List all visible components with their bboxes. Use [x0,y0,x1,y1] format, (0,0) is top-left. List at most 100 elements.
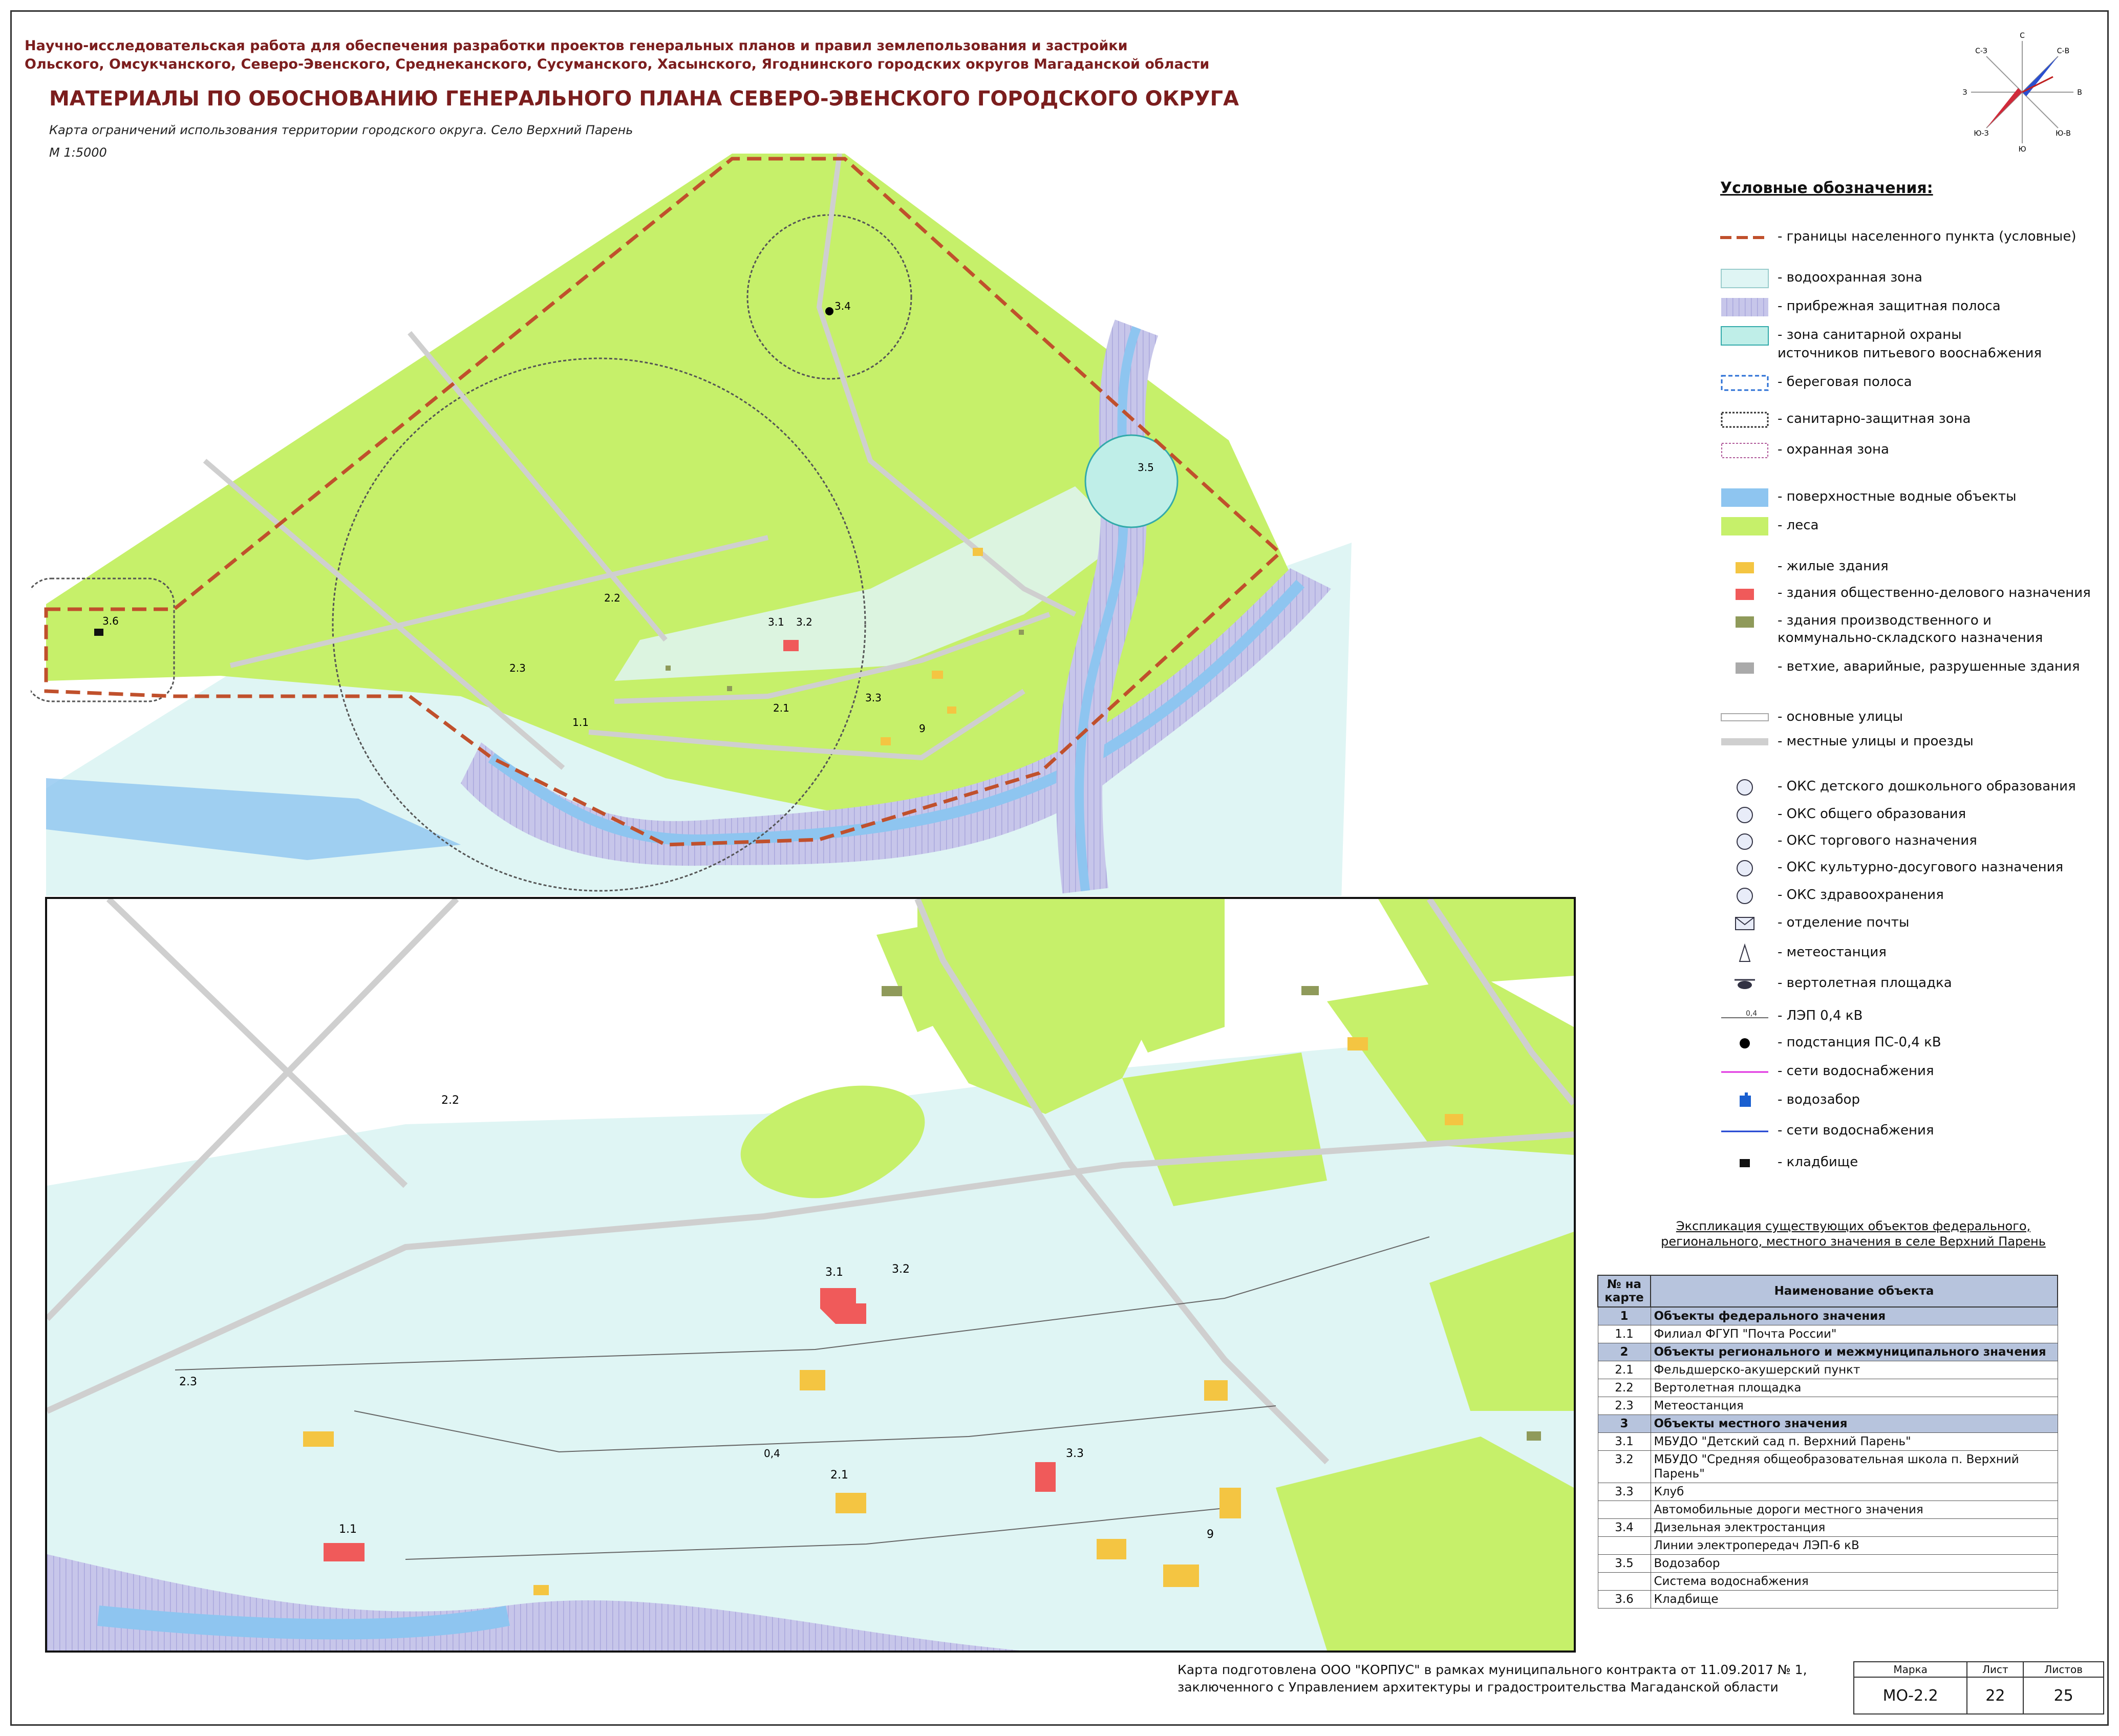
legend-water-intake: - водозабор [1778,1092,1860,1107]
legend-power-line: - ЛЭП 0,4 кВ [1778,1008,1863,1023]
explication-row: 3.4 Дизельная электростанция [1597,1518,2058,1537]
stamp-header-sheet: Лист [1966,1661,2024,1678]
explication-number: 3.1 [1597,1432,1651,1451]
label-2-3: 2.3 [509,662,526,674]
explication-name: Объекты федерального значения [1650,1306,2058,1325]
legend-industrial: - здания производственного и [1778,613,1992,628]
explication-name: Автомобильные дороги местного значения [1650,1501,2058,1519]
explication-row: 2.2 Вертолетная площадка [1597,1379,2058,1397]
legend-title: Условные обозначения: [1720,179,1933,197]
explication-row: Система водоснабжения [1597,1572,2058,1591]
legend-culture: - ОКС культурно-досугового назначения [1778,860,2064,875]
explication-number: 3 [1597,1414,1651,1433]
explication-number: 1.1 [1597,1325,1651,1343]
legend-industrial-2: коммунально-складского назначения [1778,630,2043,646]
explication-row: 2.3 Метеостанция [1597,1397,2058,1415]
explication-col-no: № на карте [1597,1275,1651,1308]
explication-row: 1.1 Филиал ФГУП "Почта России" [1597,1325,2058,1343]
legend-shore-strip: - береговая полоса [1778,374,1912,390]
explication-name: Метеостанция [1650,1397,2058,1415]
stamp-sheets: 25 [2023,1677,2104,1714]
legend-protected-zone: - охранная зона [1778,442,1889,457]
label-3-1: 3.1 [768,616,784,628]
explication-number: 3.3 [1597,1483,1651,1501]
label-2-2: 2.2 [604,592,620,604]
explication-name: Объекты регионального и межмуниципальног… [1650,1343,2058,1361]
explication-name: Филиал ФГУП "Почта России" [1650,1325,2058,1343]
explication-row: 3.2 МБУДО "Средняя общеобразовательная шк… [1597,1450,2058,1483]
label-3-4: 3.4 [834,300,851,312]
explication-row: 3.6 Кладбище [1597,1590,2058,1609]
legend-sanitary-source-2: источников питьевого воосна6жения [1778,346,2042,361]
explication-number: 3.5 [1597,1554,1651,1573]
explication-number: 3.4 [1597,1518,1651,1537]
explication-number [1597,1536,1651,1555]
explication-row: 1 Объекты федерального значения [1597,1306,2058,1325]
footer-note: Карта подготовлена ООО "КОРПУС" в рамках… [1178,1662,1807,1695]
mail-icon [1735,917,1754,930]
explication-name: Вертолетная площадка [1650,1379,2058,1397]
label-3-2: 3.2 [796,616,812,628]
explication-caption-2: регионального, местного значения в селе … [1661,1234,2046,1249]
explication-number: 3.6 [1597,1590,1651,1609]
explication-name: МБУДО "Средняя общеобразовательная школа… [1650,1450,2058,1483]
explication-name: Водозабор [1650,1554,2058,1573]
helipad-icon [1735,979,1755,989]
explication-row: 2.1 Фельдшерско-акушерский пункт [1597,1361,2058,1379]
legend-coastal-strip: - прибрежная защитная полоса [1778,298,2001,314]
legend-residential: - жилые здания [1778,559,1889,574]
legend-substation: - подстанция ПС-0,4 кВ [1778,1035,1941,1050]
label-3-3: 3.3 [865,692,882,704]
legend-main-streets: - основные улицы [1778,709,1903,724]
explication-number: 2.3 [1597,1397,1651,1415]
legend-derelict: - ветхие, аварийные, разрушенные здания [1778,659,2080,674]
explication-name: МБУДО "Детский сад п. Верхний Парень" [1650,1432,2058,1451]
legend-post: - отделение почты [1778,915,1910,930]
explication-number: 2.2 [1597,1379,1651,1397]
legend-sanitary-source: - зона санитарной охраны [1778,327,1962,342]
legend-lep-label: 0,4 [1746,1010,1757,1018]
cemetery-icon[interactable] [94,629,103,636]
explication-col-name: Наименование объекта [1650,1275,2058,1308]
legend-helipad: - вертолетная площадка [1778,975,1952,991]
explication-row: 3 Объекты местного значения [1597,1414,2058,1433]
explication-name: Фельдшерско-акушерский пункт [1650,1361,2058,1379]
stamp-sheet: 22 [1966,1677,2024,1714]
weather-station-icon [1739,943,1751,962]
explication-number [1597,1501,1651,1519]
label-3-6: 3.6 [102,615,119,627]
explication-caption: Экспликация существующих объектов федера… [1649,1218,2058,1249]
explication-row: 2 Объекты регионального и межмуниципально… [1597,1343,2058,1361]
explication-row: Линии электропередач ЛЭП-6 кВ [1597,1536,2058,1555]
explication-caption-1: Экспликация существующих объектов федера… [1676,1219,2031,1233]
explication-row: 3.3 Клуб [1597,1483,2058,1501]
explication-name: Объекты местного значения [1650,1414,2058,1433]
stamp-header-sheets: Листов [2023,1661,2104,1678]
legend-forests: - леса [1778,518,1819,533]
legend-water-supply-2: - сети водоснабжения [1778,1123,1934,1138]
explication-number: 2 [1597,1343,1651,1361]
explication-name: Клуб [1650,1483,2058,1501]
legend-water-bodies: - поверхностные водные объекты [1778,489,2017,504]
label-1-1: 1.1 [572,716,589,728]
legend-public: - здания общественно-делового назначения [1778,585,2091,601]
explication-name: Линии электропередач ЛЭП-6 кВ [1650,1536,2058,1555]
explication-number: 3.2 [1597,1450,1651,1483]
label-9: 9 [919,722,926,735]
explication-row: 3.1 МБУДО "Детский сад п. Верхний Парень" [1597,1432,2058,1451]
legend-health: - ОКС здравоохранения [1778,887,1944,903]
legend-school: - ОКС общего образования [1778,806,1966,822]
explication-number: 1 [1597,1306,1651,1325]
substation-icon[interactable] [825,307,833,315]
legend-kindergarten: - ОКС детского дошкольного образования [1778,779,2076,794]
explication-table: № на карте Наименование объекта 1 Объекты… [1597,1275,2058,1609]
explication-number: 2.1 [1597,1361,1651,1379]
label-3-5: 3.5 [1138,461,1154,474]
label-2-1: 2.1 [773,702,789,714]
explication-name: Дизельная электростанция [1650,1518,2058,1537]
legend-water-zone: - водоохранная зона [1778,270,1922,285]
legend-trade: - ОКС торгового назначения [1778,833,1977,848]
stamp-mark: МО-2.2 [1853,1677,1968,1714]
detail-map-frame [45,897,1576,1653]
explication-row: 3.5 Водозабор [1597,1554,2058,1573]
